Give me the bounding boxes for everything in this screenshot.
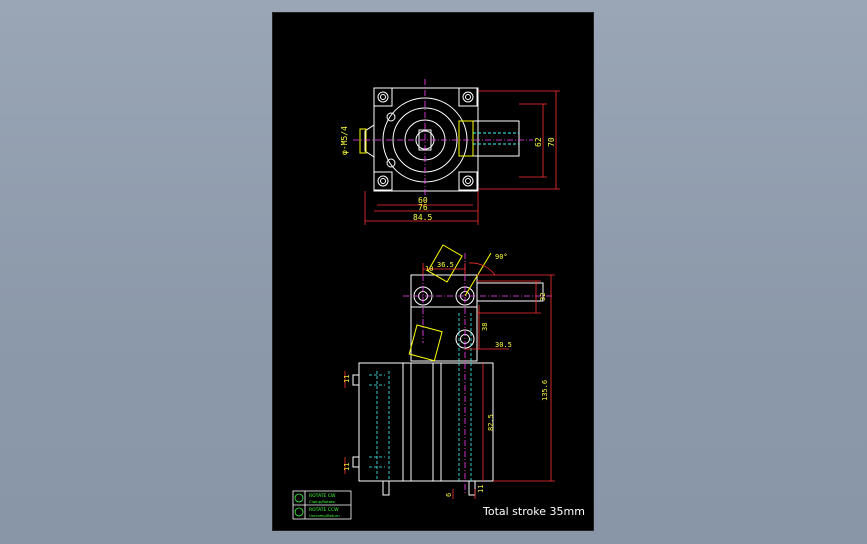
clamp-arm-top	[458, 120, 520, 157]
dim-38: 38	[481, 323, 489, 331]
dim-11-top: 11	[343, 375, 351, 383]
front-view-dimensions	[344, 262, 555, 499]
dim-10: 10	[425, 265, 433, 273]
clamp-arm	[476, 282, 544, 302]
drawing-sheet: 60 76 84.5 62 70 φ-M5/4 36.5 10 32 38 30…	[272, 12, 594, 531]
corner-bolt-br	[458, 171, 478, 191]
dim-76: 76	[418, 203, 428, 212]
top-view	[359, 87, 520, 192]
dim-11-bottom: 11	[343, 463, 351, 471]
cylinder-body	[358, 362, 494, 482]
front-view-dim-text: 36.5 10 32 38 30.5 135.6 82.5 11 11 6 11…	[343, 253, 549, 497]
dim-32: 32	[539, 293, 547, 301]
dim-angle: 90°	[495, 253, 508, 261]
link-body	[410, 306, 478, 362]
dim-82-5: 82.5	[487, 414, 495, 431]
dim-84-5: 84.5	[413, 213, 432, 222]
dim-62: 62	[534, 137, 543, 147]
legend-ccw-icon	[294, 507, 304, 517]
legend-row-1-sub: Clamp/Rotate	[309, 499, 336, 504]
dim-11-right: 11	[477, 485, 485, 493]
dim-30-5: 30.5	[495, 341, 512, 349]
legend-row-2-sub: Unclamp/Return	[309, 513, 340, 518]
top-view-centerlines	[353, 79, 533, 201]
dim-port: φ-M5/4	[340, 126, 349, 155]
dim-135-6: 135.6	[541, 380, 549, 401]
flange-outline	[373, 87, 479, 192]
dim-6: 6	[445, 493, 453, 497]
dim-36-5: 36.5	[437, 261, 454, 269]
corner-bolt-tr	[458, 87, 478, 107]
front-view-centerlines	[403, 253, 553, 493]
cad-drawing: 60 76 84.5 62 70 φ-M5/4 36.5 10 32 38 30…	[292, 79, 585, 520]
dim-70: 70	[547, 137, 556, 147]
corner-bolt-bl	[373, 171, 393, 191]
corner-bolt-tl	[373, 87, 393, 107]
legend-cw-icon	[294, 493, 304, 503]
legend-box: ROTATE CW Clamp/Rotate ROTATE CCW Unclam…	[292, 490, 352, 520]
total-stroke-note: Total stroke 35mm	[482, 505, 585, 518]
